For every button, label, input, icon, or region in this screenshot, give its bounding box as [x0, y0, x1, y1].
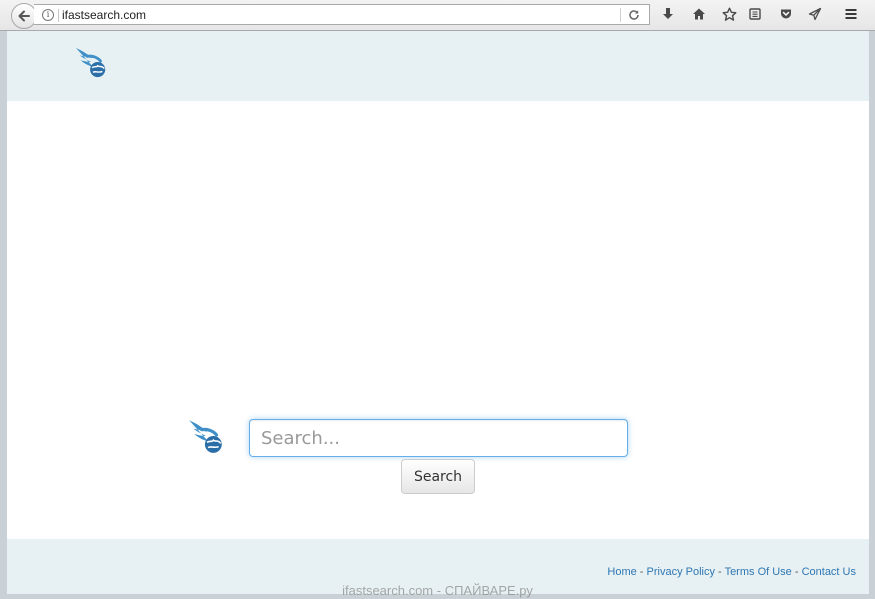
star-icon[interactable]: [719, 5, 739, 23]
search-input[interactable]: [249, 419, 628, 457]
browser-toolbar: i ifastsearch.com: [0, 0, 875, 31]
eagle-globe-logo-icon: [189, 420, 222, 453]
footer-link-home[interactable]: Home: [607, 566, 636, 578]
search-logo: [188, 417, 226, 459]
download-icon[interactable]: [658, 5, 678, 23]
home-icon[interactable]: [689, 5, 709, 23]
site-header: [7, 31, 869, 101]
info-icon[interactable]: i: [42, 9, 54, 21]
footer-separator: -: [791, 566, 802, 578]
url-bar[interactable]: i ifastsearch.com: [34, 4, 650, 25]
page-viewport: Search Home - Privacy Policy - Terms Of …: [7, 31, 869, 594]
footer-link-privacy-policy[interactable]: Privacy Policy: [647, 566, 715, 578]
menu-icon[interactable]: [841, 5, 861, 23]
footer-separator: -: [714, 566, 725, 578]
eagle-globe-logo-icon: [75, 47, 106, 78]
reload-icon[interactable]: [626, 7, 642, 23]
url-text[interactable]: ifastsearch.com: [62, 8, 146, 22]
watermark-text: ifastsearch.com - СПАЙВАРЕ.ру: [342, 583, 533, 598]
search-button[interactable]: Search: [401, 459, 475, 494]
reading-list-icon[interactable]: [745, 5, 765, 23]
footer-link-terms-of-use[interactable]: Terms Of Use: [725, 566, 792, 578]
footer-links: Home - Privacy Policy - Terms Of Use - C…: [607, 566, 856, 578]
pocket-icon[interactable]: [776, 5, 796, 23]
back-arrow-icon: [18, 10, 30, 22]
reload-separator: [620, 8, 621, 22]
url-separator: [58, 9, 59, 22]
send-icon[interactable]: [805, 5, 825, 23]
footer-separator: -: [636, 566, 647, 578]
footer-link-contact-us[interactable]: Contact Us: [802, 566, 856, 578]
header-logo[interactable]: [75, 45, 109, 83]
